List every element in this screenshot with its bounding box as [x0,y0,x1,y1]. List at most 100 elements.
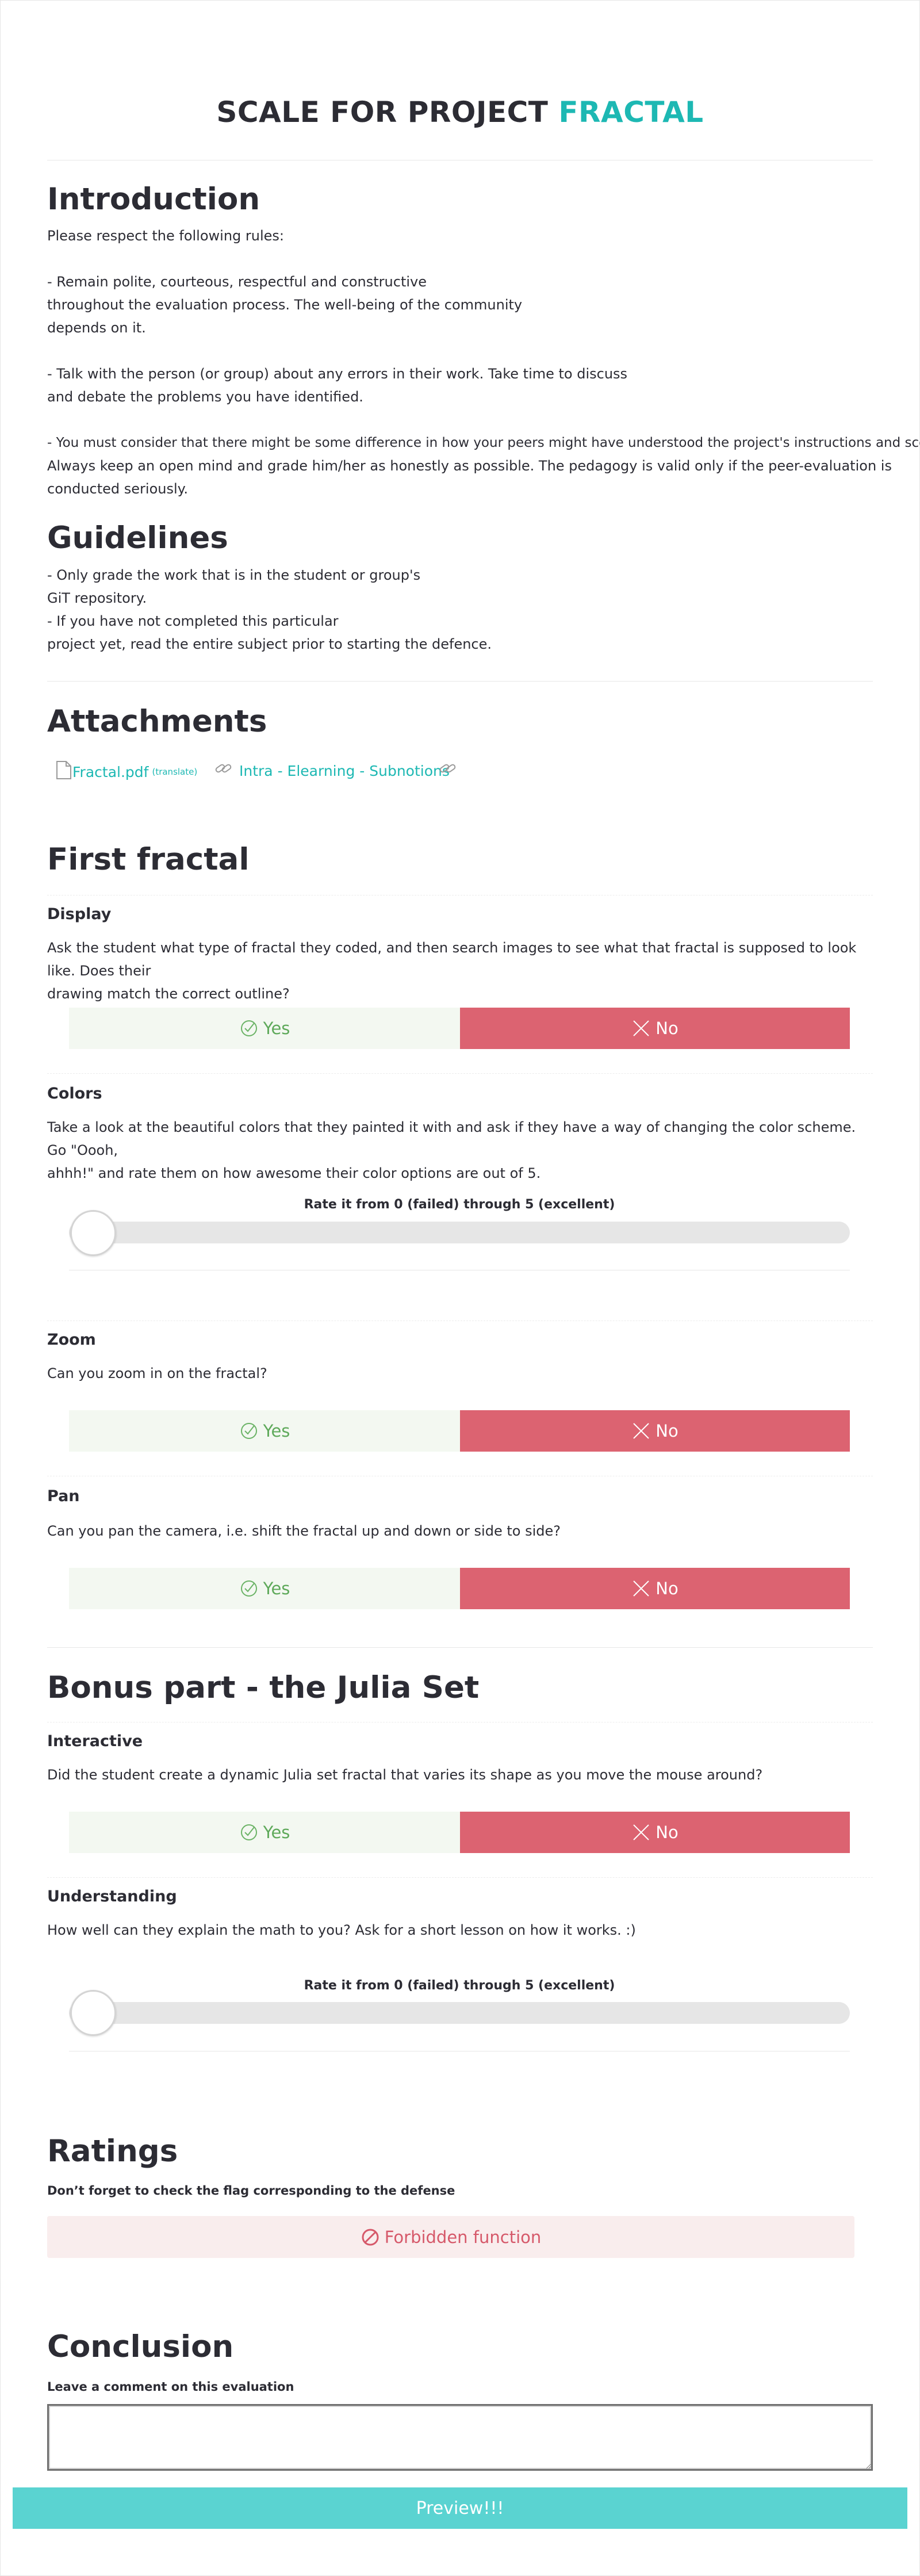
question-title: Understanding [47,1888,177,1905]
yes-label: Yes [263,1823,290,1842]
no-button[interactable]: No [460,1568,850,1609]
attachment-fractal-pdf[interactable]: Fractal.pdf (translate) [55,760,197,783]
no-label: No [656,1019,678,1038]
guidelines-line: project yet, read the entire subject pri… [47,636,492,652]
intro-line: - Remain polite, courteous, respectful a… [47,274,427,290]
yes-no-buttons: Yes No [69,1812,850,1853]
title-prefix: SCALE FOR PROJECT [216,95,549,129]
no-label: No [656,1579,678,1598]
description-line: Ask the student what type of fractal the… [47,940,857,979]
no-button[interactable]: No [460,1008,850,1049]
preview-button[interactable]: Preview!!! [13,2487,907,2529]
description-line: Take a look at the beautiful colors that… [47,1119,856,1158]
question-title: Pan [47,1487,80,1505]
close-icon [633,1824,649,1840]
check-circle-icon [240,1580,257,1597]
rate-label: Rate it from 0 (failed) through 5 (excel… [304,1978,615,1993]
intro-line: and debate the problems you have identif… [47,389,363,405]
yes-no-buttons: Yes No [69,1008,850,1049]
question-title: Colors [47,1085,102,1103]
guidelines-line: - If you have not completed this particu… [47,613,339,629]
description-line: Did the student create a dynamic Julia s… [47,1767,763,1783]
rate-label: Rate it from 0 (failed) through 5 (excel… [304,1197,615,1212]
guidelines-line: - Only grade the work that is in the stu… [47,567,421,583]
file-icon [55,760,72,783]
description-line: ahhh!" and rate them on how awesome thei… [47,1165,541,1181]
guidelines-text: - Only grade the work that is in the stu… [47,564,492,656]
slider-handle[interactable] [70,1210,116,1256]
introduction-text: Please respect the following rules: - Re… [47,224,920,500]
yes-no-buttons: Yes No [69,1410,850,1452]
description-line: drawing match the correct outline? [47,986,290,1002]
intro-line: depends on it. [47,320,146,336]
question-description: Can you pan the camera, i.e. shift the f… [47,1519,873,1542]
attachments-title: Attachments [47,704,267,739]
project-name: FRACTAL [558,95,704,129]
divider [47,681,873,682]
guidelines-line: GiT repository. [47,590,147,606]
no-label: No [656,1823,678,1842]
description-line: Can you pan the camera, i.e. shift the f… [47,1523,561,1539]
attachment-link[interactable] [438,760,458,781]
close-icon [633,1580,649,1597]
question-description: How well can they explain the math to yo… [47,1919,873,1942]
divider [47,1320,873,1321]
intro-line: Always keep an open mind and grade him/h… [47,458,892,474]
yes-button[interactable]: Yes [69,1410,460,1452]
ratings-title: Ratings [47,2134,178,2169]
check-circle-icon [240,1423,257,1439]
intro-line: - Talk with the person (or group) about … [47,366,628,382]
intro-line: conducted seriously. [47,481,189,497]
divider [47,1073,873,1074]
check-circle-icon [240,1020,257,1036]
intro-line: Please respect the following rules: [47,228,284,244]
comment-textarea[interactable] [47,2404,873,2471]
link-icon [214,760,233,781]
attachment-link-label[interactable]: Fractal.pdf [72,764,148,780]
no-button[interactable]: No [460,1812,850,1853]
description-line: Can you zoom in on the fractal? [47,1365,267,1381]
question-description: Did the student create a dynamic Julia s… [47,1763,873,1786]
intro-line: throughout the evaluation process. The w… [47,297,523,313]
translate-link[interactable]: (translate) [152,767,197,777]
intro-line [47,339,920,362]
question-description: Can you zoom in on the fractal? [47,1362,873,1385]
yes-button[interactable]: Yes [69,1812,460,1853]
guidelines-title: Guidelines [47,520,228,556]
yes-label: Yes [263,1019,290,1038]
divider [47,1647,873,1648]
yes-button[interactable]: Yes [69,1568,460,1609]
rating-slider[interactable] [69,1222,850,1243]
question-title: Display [47,905,112,923]
divider [47,1722,873,1723]
section-title: Bonus part - the Julia Set [47,1670,480,1705]
yes-label: Yes [263,1579,290,1598]
comment-label: Leave a comment on this evaluation [47,2380,294,2394]
conclusion-title: Conclusion [47,2329,234,2364]
question-title: Interactive [47,1732,143,1750]
forbidden-icon [362,2229,379,2245]
question-description: Take a look at the beautiful colors that… [47,1116,873,1185]
close-icon [633,1020,649,1036]
attachment-link-label[interactable]: Intra - Elearning - Subnotions [239,763,450,779]
divider [47,1877,873,1878]
no-label: No [656,1421,678,1441]
question-title: Zoom [47,1331,96,1349]
attachment-elearning[interactable]: Intra - Elearning - Subnotions [214,760,450,781]
slider-handle[interactable] [70,1990,116,2036]
yes-button[interactable]: Yes [69,1008,460,1049]
yes-label: Yes [263,1421,290,1441]
intro-line [47,247,920,270]
link-icon [438,760,458,781]
flag-forbidden-function[interactable]: Forbidden function [47,2216,854,2258]
page-title: SCALE FOR PROJECT FRACTAL [0,95,920,129]
section-title: First fractal [47,842,250,877]
flag-label: Forbidden function [384,2227,542,2247]
question-description: Ask the student what type of fractal the… [47,936,873,1005]
no-button[interactable]: No [460,1410,850,1452]
intro-line [47,408,920,431]
rating-slider[interactable] [69,2002,850,2024]
description-line: How well can they explain the math to yo… [47,1922,636,1938]
intro-line: - You must consider that there might be … [47,435,920,450]
flag-note: Don’t forget to check the flag correspon… [47,2184,455,2198]
